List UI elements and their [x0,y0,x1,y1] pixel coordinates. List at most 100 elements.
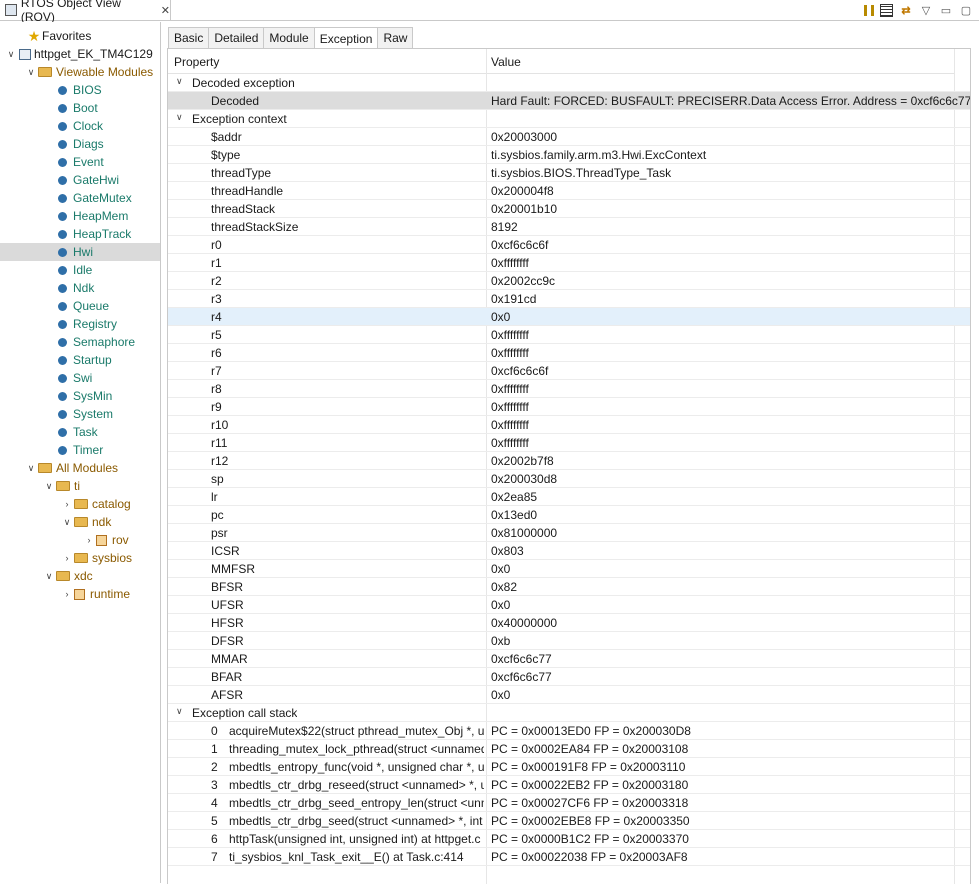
tree-item-bios[interactable]: BIOS [0,81,160,99]
tree-item-swi[interactable]: Swi [0,369,160,387]
tree-item-ti[interactable]: ∨ ti [0,477,160,495]
tab-module[interactable]: Module [263,27,315,48]
row-stack-frame-2[interactable]: 2 mbedtls_entropy_func(void *, unsigned c… [168,758,970,776]
tree-item-idle[interactable]: Idle [0,261,160,279]
tree-item-startup[interactable]: Startup [0,351,160,369]
row-addr[interactable]: $addr 0x20003000 [168,128,970,146]
tab-exception[interactable]: Exception [313,27,379,49]
tree-item-runtime[interactable]: › runtime [0,585,160,603]
chevron-down-icon[interactable]: ∨ [176,112,183,123]
chevron-down-icon[interactable]: ∨ [26,463,36,474]
row-sp[interactable]: sp 0x200030d8 [168,470,970,488]
row-r2[interactable]: r2 0x2002cc9c [168,272,970,290]
row-r4[interactable]: r4 0x0 [168,308,970,326]
tree-item-task[interactable]: Task [0,423,160,441]
row-r3[interactable]: r3 0x191cd [168,290,970,308]
group-exception-context[interactable]: ∨ Exception context [168,110,970,128]
row-stack-frame-4[interactable]: 4 mbedtls_ctr_drbg_seed_entropy_len(struc… [168,794,970,812]
row-DFSR[interactable]: DFSR 0xb [168,632,970,650]
chevron-down-icon[interactable]: ∨ [62,517,72,528]
row-r9[interactable]: r9 0xffffffff [168,398,970,416]
chevron-right-icon[interactable]: › [62,553,72,563]
tree-item-semaphore[interactable]: Semaphore [0,333,160,351]
row-r8[interactable]: r8 0xffffffff [168,380,970,398]
tab-basic[interactable]: Basic [168,27,210,48]
tree-item-catalog[interactable]: › catalog [0,495,160,513]
chevron-down-icon[interactable]: ∨ [44,481,54,492]
row-AFSR[interactable]: AFSR 0x0 [168,686,970,704]
chevron-right-icon[interactable]: › [62,499,72,509]
tab-raw[interactable]: Raw [377,27,414,48]
chevron-down-icon[interactable]: ∨ [176,706,183,717]
row-BFSR[interactable]: BFSR 0x82 [168,578,970,596]
row-lr[interactable]: lr 0x2ea85 [168,488,970,506]
tree-item-sysmin[interactable]: SysMin [0,387,160,405]
row-threadType[interactable]: threadType ti.sysbios.BIOS.ThreadType_Tas… [168,164,970,182]
row-psr[interactable]: psr 0x81000000 [168,524,970,542]
minimize-icon[interactable]: ▭ [939,3,953,17]
chevron-right-icon[interactable]: › [84,535,94,545]
row-stack-frame-5[interactable]: 5 mbedtls_ctr_drbg_seed(struct <unnamed> … [168,812,970,830]
row-r1[interactable]: r1 0xffffffff [168,254,970,272]
chevron-down-icon[interactable]: ∨ [6,49,16,60]
maximize-icon[interactable]: ▢ [959,3,973,17]
row-ICSR[interactable]: ICSR 0x803 [168,542,970,560]
tree-item-xdc[interactable]: ∨ xdc [0,567,160,585]
tree-item-project[interactable]: ∨ httpget_EK_TM4C129 [0,45,160,63]
tree-item-gatemutex[interactable]: GateMutex [0,189,160,207]
chevron-down-icon[interactable]: ∨ [26,67,36,78]
row-r10[interactable]: r10 0xffffffff [168,416,970,434]
tree-item-diags[interactable]: Diags [0,135,160,153]
grid-icon[interactable] [880,3,893,17]
tree-item-all-modules[interactable]: ∨ All Modules [0,459,160,477]
row-MMAR[interactable]: MMAR 0xcf6c6c77 [168,650,970,668]
tree-item-registry[interactable]: Registry [0,315,160,333]
row-stack-frame-6[interactable]: 6 httpTask(unsigned int, unsigned int) at… [168,830,970,848]
tree-item-queue[interactable]: Queue [0,297,160,315]
row-threadHandle[interactable]: threadHandle 0x200004f8 [168,182,970,200]
row-r6[interactable]: r6 0xffffffff [168,344,970,362]
group-exception-call-stack[interactable]: ∨ Exception call stack [168,704,970,722]
column-property[interactable]: Property [174,55,219,69]
row-decoded[interactable]: Decoded Hard Fault: FORCED: BUSFAULT: PRE… [168,92,970,110]
tree-item-heapmem[interactable]: HeapMem [0,207,160,225]
column-value[interactable]: Value [491,55,521,69]
row-r12[interactable]: r12 0x2002b7f8 [168,452,970,470]
row-r7[interactable]: r7 0xcf6c6c6f [168,362,970,380]
row-UFSR[interactable]: UFSR 0x0 [168,596,970,614]
tree-item-timer[interactable]: Timer [0,441,160,459]
tree-item-boot[interactable]: Boot [0,99,160,117]
row-r0[interactable]: r0 0xcf6c6c6f [168,236,970,254]
row-stack-frame-0[interactable]: 0 acquireMutex$22(struct pthread_mutex_Ob… [168,722,970,740]
row-r11[interactable]: r11 0xffffffff [168,434,970,452]
row-threadStack[interactable]: threadStack 0x20001b10 [168,200,970,218]
tree-item-ndk[interactable]: Ndk [0,279,160,297]
pause-icon[interactable] [864,4,874,16]
row-stack-frame-1[interactable]: 1 threading_mutex_lock_pthread(struct <un… [168,740,970,758]
tree-item-system[interactable]: System [0,405,160,423]
row-MMFSR[interactable]: MMFSR 0x0 [168,560,970,578]
tree-item-hwi[interactable]: Hwi [0,243,160,261]
view-menu-icon[interactable]: ▽ [919,3,933,17]
tree-item-favorites[interactable]: ★ Favorites [0,27,160,45]
tab-detailed[interactable]: Detailed [208,27,265,48]
row-pc[interactable]: pc 0x13ed0 [168,506,970,524]
tree-item-event[interactable]: Event [0,153,160,171]
view-tab-rov[interactable]: RTOS Object View (ROV) ✕ [0,0,171,24]
row-r5[interactable]: r5 0xffffffff [168,326,970,344]
tree-item-sysbios[interactable]: › sysbios [0,549,160,567]
row-HFSR[interactable]: HFSR 0x40000000 [168,614,970,632]
tree-item-viewable-modules[interactable]: ∨ Viewable Modules [0,63,160,81]
chevron-right-icon[interactable]: › [62,589,72,599]
close-icon[interactable]: ✕ [161,4,170,17]
row-threadStackSize[interactable]: threadStackSize 8192 [168,218,970,236]
row-stack-frame-7[interactable]: 7 ti_sysbios_knl_Task_exit__E() at Task.c… [168,848,970,866]
row-type[interactable]: $type ti.sysbios.family.arm.m3.Hwi.ExcCon… [168,146,970,164]
tree-item-heaptrack[interactable]: HeapTrack [0,225,160,243]
group-decoded-exception[interactable]: ∨ Decoded exception [168,74,970,92]
row-BFAR[interactable]: BFAR 0xcf6c6c77 [168,668,970,686]
tree-item-gatehwi[interactable]: GateHwi [0,171,160,189]
sync-icon[interactable]: ⇄ [899,3,913,17]
tree-item-rov[interactable]: › rov [0,531,160,549]
chevron-down-icon[interactable]: ∨ [176,76,183,87]
